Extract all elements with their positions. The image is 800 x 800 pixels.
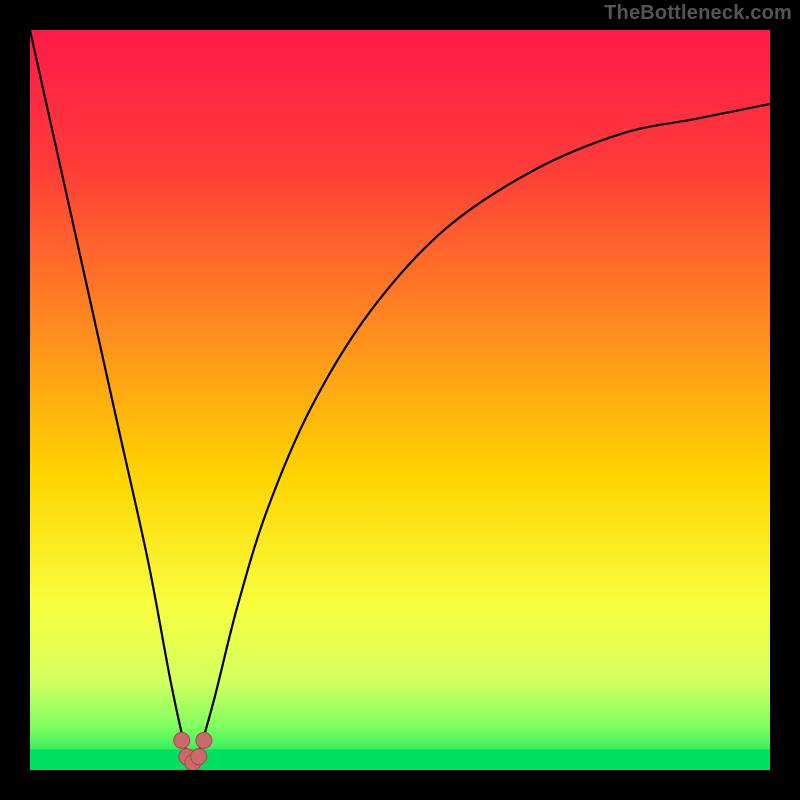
- optimum-marker: [191, 749, 207, 765]
- green-band: [30, 749, 770, 770]
- gradient-rect: [30, 30, 770, 770]
- plot-area: [30, 30, 770, 770]
- chart-frame: TheBottleneck.com: [0, 0, 800, 800]
- plot-svg: [30, 30, 770, 770]
- watermark-text: TheBottleneck.com: [604, 2, 792, 25]
- optimum-marker: [196, 732, 212, 748]
- optimum-marker: [174, 732, 190, 748]
